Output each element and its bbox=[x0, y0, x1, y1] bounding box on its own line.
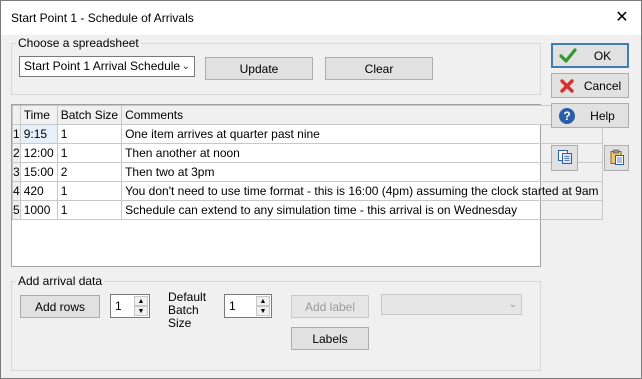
arrival-grid[interactable]: Time Batch Size Comments 1 9:15 1 One it… bbox=[11, 104, 603, 267]
time-cell[interactable]: 420 bbox=[19, 181, 58, 201]
default-batch-label-line1: Default bbox=[168, 290, 207, 304]
rows-count-stepper[interactable]: 1 ▲ ▼ bbox=[110, 294, 150, 318]
stepper-up-icon[interactable]: ▲ bbox=[134, 296, 148, 306]
cancel-button[interactable]: Cancel bbox=[551, 73, 629, 98]
add-label-button[interactable]: Add label bbox=[291, 295, 369, 318]
table-row[interactable]: 2 12:00 1 Then another at noon bbox=[12, 143, 603, 163]
spreadsheet-select-value: Start Point 1 Arrival Schedule bbox=[24, 59, 181, 73]
batch-cell[interactable]: 2 bbox=[56, 162, 123, 182]
time-cell[interactable]: 12:00 bbox=[19, 143, 58, 163]
row-number[interactable]: 5 bbox=[12, 200, 21, 220]
time-cell[interactable]: 1000 bbox=[19, 200, 58, 220]
help-button[interactable]: ? Help bbox=[551, 103, 629, 128]
comment-cell[interactable]: One item arrives at quarter past nine bbox=[121, 124, 603, 144]
chevron-down-icon: ⌄ bbox=[508, 299, 517, 310]
title-bar: Start Point 1 - Schedule of Arrivals ✕ bbox=[1, 1, 641, 35]
spreadsheet-select[interactable]: Start Point 1 Arrival Schedule ⌄ bbox=[19, 56, 195, 77]
update-button[interactable]: Update bbox=[205, 57, 313, 80]
ok-label: OK bbox=[593, 48, 612, 63]
stepper-down-icon[interactable]: ▼ bbox=[256, 306, 270, 316]
row-number[interactable]: 2 bbox=[12, 143, 21, 163]
default-batch-value: 1 bbox=[229, 299, 236, 313]
table-row[interactable]: 3 15:00 2 Then two at 3pm bbox=[12, 162, 603, 182]
svg-text:?: ? bbox=[563, 109, 570, 123]
window-title: Start Point 1 - Schedule of Arrivals bbox=[11, 11, 194, 25]
x-icon bbox=[557, 76, 577, 96]
close-icon[interactable]: ✕ bbox=[613, 9, 631, 27]
help-label: Help bbox=[590, 108, 615, 123]
default-batch-label-line2: Batch bbox=[168, 303, 199, 317]
default-batch-stepper[interactable]: 1 ▲ ▼ bbox=[224, 294, 272, 318]
copy-button[interactable] bbox=[551, 145, 578, 171]
table-row[interactable]: 5 1000 1 Schedule can extend to any simu… bbox=[12, 200, 603, 220]
cancel-label: Cancel bbox=[583, 78, 622, 93]
row-number[interactable]: 1 bbox=[12, 124, 21, 144]
table-header-row: Time Batch Size Comments bbox=[12, 105, 603, 125]
ok-button[interactable]: OK bbox=[551, 43, 629, 68]
question-icon: ? bbox=[557, 106, 577, 126]
batch-cell[interactable]: 1 bbox=[56, 200, 123, 220]
batch-cell[interactable]: 1 bbox=[56, 181, 123, 201]
chevron-down-icon: ⌄ bbox=[181, 61, 190, 72]
label-select[interactable]: ⌄ bbox=[381, 294, 522, 315]
add-rows-button[interactable]: Add rows bbox=[20, 295, 100, 318]
copy-icon bbox=[557, 149, 573, 168]
stepper-arrows[interactable]: ▲ ▼ bbox=[256, 296, 270, 316]
paste-button[interactable] bbox=[604, 145, 629, 171]
comment-cell[interactable]: Schedule can extend to any simulation ti… bbox=[121, 200, 603, 220]
column-header-time[interactable]: Time bbox=[19, 105, 58, 125]
check-icon bbox=[558, 46, 578, 66]
time-cell[interactable]: 9:15 bbox=[19, 124, 58, 144]
corner-cell bbox=[12, 105, 21, 125]
comment-cell[interactable]: You don't need to use time format - this… bbox=[121, 181, 603, 201]
stepper-down-icon[interactable]: ▼ bbox=[134, 306, 148, 316]
row-number[interactable]: 3 bbox=[12, 162, 21, 182]
comment-cell[interactable]: Then two at 3pm bbox=[121, 162, 603, 182]
rows-count-value: 1 bbox=[115, 299, 122, 313]
clear-button[interactable]: Clear bbox=[325, 57, 433, 80]
paste-icon bbox=[609, 149, 625, 168]
add-arrival-group-label: Add arrival data bbox=[16, 274, 105, 288]
column-header-batch-size[interactable]: Batch Size bbox=[56, 105, 123, 125]
table-row[interactable]: 1 9:15 1 One item arrives at quarter pas… bbox=[12, 124, 603, 144]
arrival-table: Time Batch Size Comments 1 9:15 1 One it… bbox=[12, 105, 603, 220]
stepper-arrows[interactable]: ▲ ▼ bbox=[134, 296, 148, 316]
batch-cell[interactable]: 1 bbox=[56, 124, 123, 144]
column-header-comments[interactable]: Comments bbox=[121, 105, 603, 125]
labels-button[interactable]: Labels bbox=[291, 327, 369, 350]
comment-cell[interactable]: Then another at noon bbox=[121, 143, 603, 163]
stepper-up-icon[interactable]: ▲ bbox=[256, 296, 270, 306]
default-batch-label-line3: Size bbox=[168, 316, 192, 330]
batch-cell[interactable]: 1 bbox=[56, 143, 123, 163]
row-number[interactable]: 4 bbox=[12, 181, 21, 201]
table-row[interactable]: 4 420 1 You don't need to use time forma… bbox=[12, 181, 603, 201]
time-cell[interactable]: 15:00 bbox=[19, 162, 58, 182]
spreadsheet-group-label: Choose a spreadsheet bbox=[16, 36, 141, 50]
schedule-dialog: Start Point 1 - Schedule of Arrivals ✕ C… bbox=[0, 0, 642, 379]
